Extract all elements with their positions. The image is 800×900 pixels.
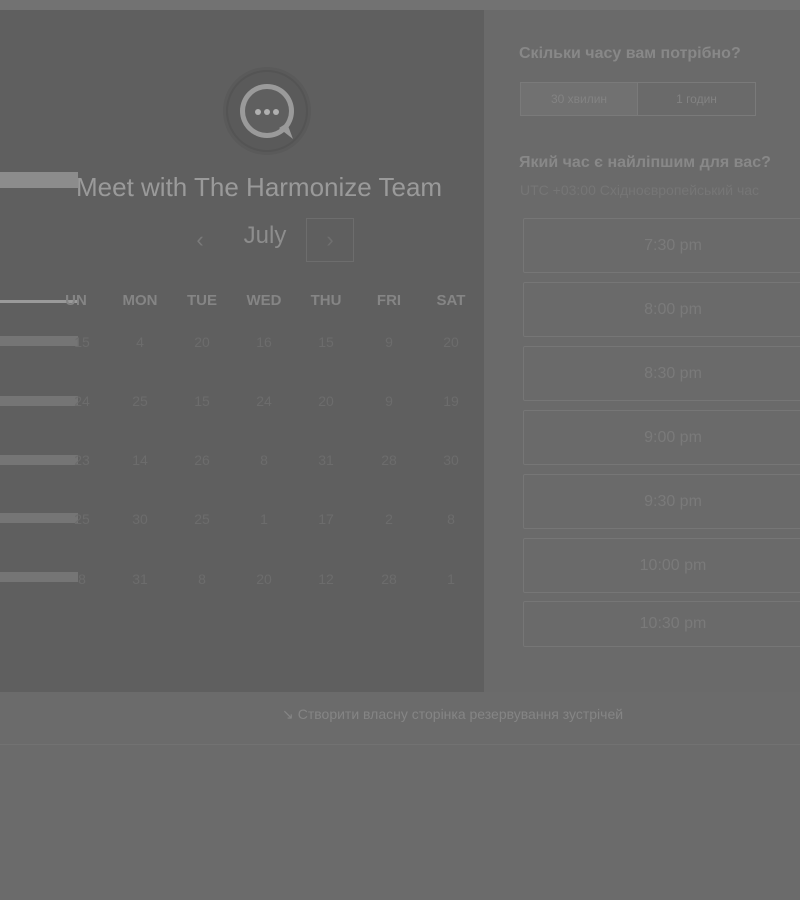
calendar-day[interactable]: 30: [118, 511, 162, 527]
calendar-day[interactable]: 9: [367, 393, 411, 409]
cursor-arrow-icon: ↘: [282, 706, 294, 722]
calendar-day[interactable]: 30: [429, 452, 473, 468]
calendar-day[interactable]: 24: [60, 393, 104, 409]
calendar-day[interactable]: 31: [118, 571, 162, 587]
calendar-day[interactable]: 1: [429, 571, 473, 587]
calendar-day[interactable]: 20: [242, 571, 286, 587]
duration-heading: Скільки часу вам потрібно?: [519, 45, 741, 62]
calendar-day[interactable]: 14: [118, 452, 162, 468]
calendar-day[interactable]: 4: [118, 334, 162, 350]
time-slot[interactable]: 8:00 pm: [523, 282, 800, 337]
time-slot[interactable]: 9:30 pm: [523, 474, 800, 529]
calendar-day[interactable]: 8: [242, 452, 286, 468]
calendar-day[interactable]: 1: [242, 511, 286, 527]
calendar-day[interactable]: 16: [242, 334, 286, 350]
top-bar: [0, 0, 800, 10]
time-slot[interactable]: 7:30 pm: [523, 218, 800, 273]
previous-month-button[interactable]: ‹: [180, 220, 220, 260]
time-slot[interactable]: 10:30 pm: [523, 601, 800, 647]
calendar-day[interactable]: 8: [60, 571, 104, 587]
footer-divider: [0, 744, 800, 745]
duration-option-30-min[interactable]: 30 хвилин: [520, 82, 638, 116]
page-title: Meet with The Harmonize Team: [76, 172, 443, 202]
calendar-day[interactable]: 20: [180, 334, 224, 350]
calendar-day[interactable]: 15: [60, 334, 104, 350]
calendar-day[interactable]: 19: [429, 393, 473, 409]
calendar-day[interactable]: 31: [304, 452, 348, 468]
next-month-button[interactable]: ›: [306, 218, 354, 262]
duration-option-1-hour[interactable]: 1 годин: [637, 82, 756, 116]
weekday-fri: FRI: [376, 292, 402, 309]
weekday-sat: SAT: [436, 292, 466, 309]
weekday-wed: WED: [246, 292, 282, 309]
weekday-thu: THU: [310, 292, 342, 309]
calendar-day[interactable]: 17: [304, 511, 348, 527]
calendar-day[interactable]: 8: [429, 511, 473, 527]
title-highlight-bar: [0, 172, 78, 188]
timezone-label[interactable]: UTC +03:00 Східноєвропейський час: [520, 182, 759, 198]
calendar-day[interactable]: 8: [180, 571, 224, 587]
calendar-day[interactable]: 28: [367, 571, 411, 587]
chevron-left-icon: ‹: [196, 227, 204, 252]
calendar-day[interactable]: 25: [180, 511, 224, 527]
weekday-sun: UN: [65, 292, 87, 309]
weekday-mon: MON: [122, 292, 158, 309]
calendar-day[interactable]: 15: [304, 334, 348, 350]
calendar-day[interactable]: 23: [60, 452, 104, 468]
chevron-right-icon: ›: [326, 227, 334, 252]
create-booking-page-link[interactable]: ↘ Створити власну сторінка резервування з…: [282, 706, 623, 723]
time-slot[interactable]: 10:00 pm: [523, 538, 800, 593]
weekday-tue: TUE: [187, 292, 217, 309]
calendar-day[interactable]: 2: [367, 511, 411, 527]
calendar-day[interactable]: 12: [304, 571, 348, 587]
calendar-day[interactable]: 28: [367, 452, 411, 468]
calendar-day[interactable]: 9: [367, 334, 411, 350]
calendar-day[interactable]: 25: [60, 511, 104, 527]
time-heading: Який час є найліпшим для вас?: [519, 154, 771, 171]
calendar-day[interactable]: 24: [242, 393, 286, 409]
chat-logo-icon: [223, 67, 311, 155]
calendar-day[interactable]: 25: [118, 393, 162, 409]
time-slot[interactable]: 9:00 pm: [523, 410, 800, 465]
create-booking-page-label: Створити власну сторінка резервування зу…: [297, 706, 624, 722]
calendar-day[interactable]: 26: [180, 452, 224, 468]
calendar-day[interactable]: 20: [429, 334, 473, 350]
month-label: July: [243, 222, 287, 249]
calendar-day[interactable]: 20: [304, 393, 348, 409]
time-slot[interactable]: 8:30 pm: [523, 346, 800, 401]
calendar-day[interactable]: 15: [180, 393, 224, 409]
